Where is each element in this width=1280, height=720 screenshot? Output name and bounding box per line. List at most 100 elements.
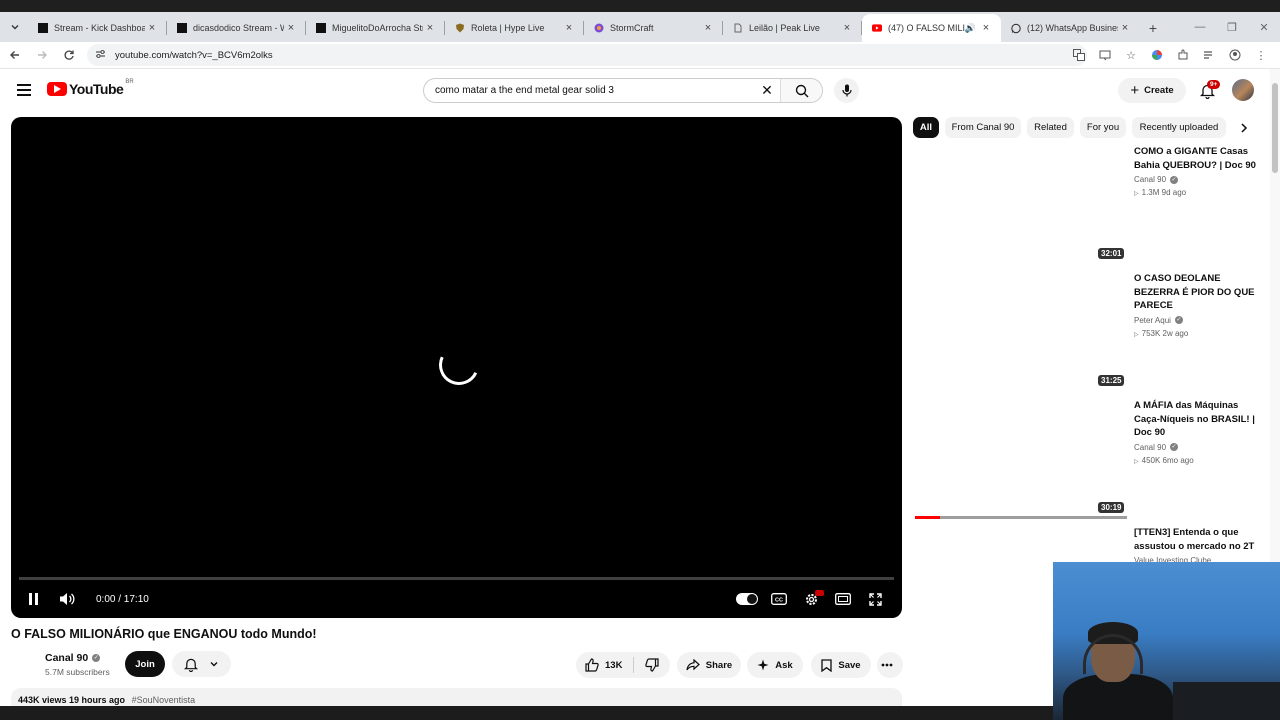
- browser-tab-leilao[interactable]: Leilão | Peak Live ×: [723, 14, 862, 42]
- bookmark-star-icon[interactable]: ☆: [1120, 44, 1142, 66]
- close-icon[interactable]: ×: [979, 22, 993, 34]
- site-info-icon[interactable]: [95, 49, 109, 61]
- hashtag-link[interactable]: #SouNoventista: [132, 695, 196, 705]
- close-icon[interactable]: ×: [284, 22, 298, 34]
- channel-name-link[interactable]: Canal 90 ✓: [45, 652, 101, 664]
- join-button[interactable]: Join: [125, 651, 165, 677]
- pause-button[interactable]: [23, 583, 43, 615]
- restore-icon[interactable]: ❐: [1216, 12, 1248, 42]
- recommendation-channel[interactable]: Canal 90 ✓: [1134, 175, 1262, 184]
- close-icon[interactable]: ×: [145, 22, 159, 34]
- close-icon[interactable]: ×: [840, 22, 854, 34]
- more-actions-button[interactable]: [877, 652, 903, 678]
- volume-button[interactable]: [55, 583, 79, 615]
- recommendation-item[interactable]: 32:01 COMO a GIGANTE Casas Bahia QUEBROU…: [913, 145, 1263, 265]
- bell-icon: [183, 658, 198, 672]
- recommendation-channel[interactable]: Canal 90 ✓: [1134, 443, 1262, 452]
- region-code: BR: [125, 79, 134, 85]
- cast-icon[interactable]: [1094, 44, 1116, 66]
- video-thumbnail[interactable]: [913, 272, 1127, 392]
- translate-icon[interactable]: [1068, 44, 1090, 66]
- close-icon[interactable]: ×: [701, 22, 715, 34]
- browser-tab-roleta[interactable]: Roleta | Hype Live ×: [445, 14, 584, 42]
- address-bar[interactable]: youtube.com/watch?v=_BCV6m2olks: [87, 44, 1087, 66]
- recommendation-meta: ▷ 1.3M 9d ago: [1134, 188, 1262, 197]
- share-button[interactable]: Share: [677, 652, 741, 678]
- save-button[interactable]: Save: [811, 652, 871, 678]
- more-horizontal-icon: [881, 663, 893, 667]
- media-control-icon[interactable]: [1198, 44, 1220, 66]
- browser-menu-icon[interactable]: ⋮: [1250, 44, 1272, 66]
- plus-icon: +: [1130, 82, 1140, 99]
- close-window-icon[interactable]: ✕: [1248, 12, 1280, 42]
- recommendation-item[interactable]: 31:25 O CASO DEOLANE BEZERRA É PIOR DO Q…: [913, 272, 1263, 392]
- like-button[interactable]: 13K: [576, 652, 633, 678]
- video-player[interactable]: 0:00 / 17:10 CC: [11, 117, 902, 618]
- theater-mode-button[interactable]: [832, 583, 854, 615]
- chip-from-channel[interactable]: From Canal 90: [945, 117, 1021, 138]
- recommendation-item[interactable]: [TTEN3] Entenda o que assustou o mercado…: [913, 526, 1263, 566]
- close-icon[interactable]: ×: [1118, 22, 1132, 34]
- browser-tab-youtube[interactable]: (47) O FALSO MILIONÁ 🔊 ×: [862, 14, 1001, 42]
- recommendation-title[interactable]: A MÁFIA das Máquinas Caça-Níqueis no BRA…: [1134, 399, 1262, 440]
- channel-avatar[interactable]: [11, 650, 39, 678]
- clear-search-icon[interactable]: ✕: [754, 82, 780, 99]
- fullscreen-button[interactable]: [864, 583, 886, 615]
- minimize-icon[interactable]: —: [1184, 12, 1216, 42]
- close-icon[interactable]: ×: [423, 22, 437, 34]
- youtube-logo[interactable]: YouTube BR: [47, 79, 134, 97]
- extensions-puzzle-icon[interactable]: [1172, 44, 1194, 66]
- recommendation-channel[interactable]: Peter Aqui ✓: [1134, 316, 1262, 325]
- profile-icon[interactable]: [1224, 44, 1246, 66]
- chip-recently-uploaded[interactable]: Recently uploaded: [1132, 117, 1226, 138]
- browser-tab-bar: Stream - Kick Dashboard × dicasdodico St…: [0, 12, 1280, 42]
- recommendation-info: COMO a GIGANTE Casas Bahia QUEBROU? | Do…: [1134, 145, 1262, 197]
- video-thumbnail[interactable]: [913, 399, 1127, 519]
- dislike-button[interactable]: [634, 652, 670, 678]
- recommendation-title[interactable]: O CASO DEOLANE BEZERRA É PIOR DO QUE PAR…: [1134, 272, 1262, 313]
- recommendation-title[interactable]: [TTEN3] Entenda o que assustou o mercado…: [1134, 526, 1262, 553]
- browser-tab-kick-dashboard[interactable]: Stream - Kick Dashboard ×: [28, 14, 167, 42]
- chip-related[interactable]: Related: [1027, 117, 1074, 138]
- like-dislike-group: 13K: [576, 652, 670, 678]
- tab-title: Stream - Kick Dashboard: [54, 23, 145, 33]
- duration-badge: 30:19: [1098, 502, 1125, 513]
- video-thumbnail[interactable]: [913, 526, 1127, 566]
- new-tab-button[interactable]: +: [1140, 15, 1166, 41]
- reload-button[interactable]: [57, 43, 81, 67]
- youtube-play-logo-icon: [47, 82, 67, 96]
- create-button[interactable]: + Create: [1118, 78, 1186, 103]
- ask-button[interactable]: Ask: [747, 652, 803, 678]
- back-button[interactable]: [3, 43, 27, 67]
- tab-search-button[interactable]: [2, 14, 28, 40]
- search-box[interactable]: como matar a the end metal gear solid 3 …: [423, 78, 823, 103]
- search-button[interactable]: [780, 79, 822, 102]
- video-progress-bar[interactable]: [19, 577, 894, 580]
- settings-button[interactable]: [800, 583, 822, 615]
- video-thumbnail[interactable]: [913, 145, 1127, 265]
- chip-for-you[interactable]: For you: [1080, 117, 1126, 138]
- chips-next-button[interactable]: [1233, 117, 1255, 138]
- chevron-right-icon: [1241, 122, 1248, 133]
- recommendation-item[interactable]: 30:19 A MÁFIA das Máquinas Caça-Níqueis …: [913, 399, 1263, 519]
- browser-tab-dicasdodico[interactable]: dicasdodico Stream - Wa ×: [167, 14, 306, 42]
- channel-label: Peter Aqui: [1134, 315, 1171, 325]
- forward-button[interactable]: [30, 43, 54, 67]
- autoplay-toggle[interactable]: [735, 583, 759, 615]
- close-icon[interactable]: ×: [562, 22, 576, 34]
- fullscreen-icon: [868, 592, 882, 606]
- menu-icon[interactable]: [14, 81, 34, 99]
- user-avatar[interactable]: [1232, 79, 1254, 101]
- recommendation-title[interactable]: COMO a GIGANTE Casas Bahia QUEBROU? | Do…: [1134, 145, 1262, 172]
- browser-tab-miguelito[interactable]: MiguelitoDoArrocha Strea ×: [306, 14, 445, 42]
- browser-tab-stormcraft[interactable]: StormCraft ×: [584, 14, 723, 42]
- subtitles-button[interactable]: CC: [768, 583, 790, 615]
- browser-tab-whatsapp[interactable]: (12) WhatsApp Business ×: [1001, 14, 1140, 42]
- chip-all[interactable]: All: [913, 117, 939, 138]
- extension-colorful-icon[interactable]: [1146, 44, 1168, 66]
- scrollbar-thumb[interactable]: [1272, 83, 1278, 173]
- search-input[interactable]: como matar a the end metal gear solid 3: [424, 85, 754, 96]
- speaker-icon[interactable]: 🔊: [965, 23, 976, 34]
- subscription-notifications-button[interactable]: [172, 651, 231, 677]
- voice-search-button[interactable]: [834, 78, 859, 103]
